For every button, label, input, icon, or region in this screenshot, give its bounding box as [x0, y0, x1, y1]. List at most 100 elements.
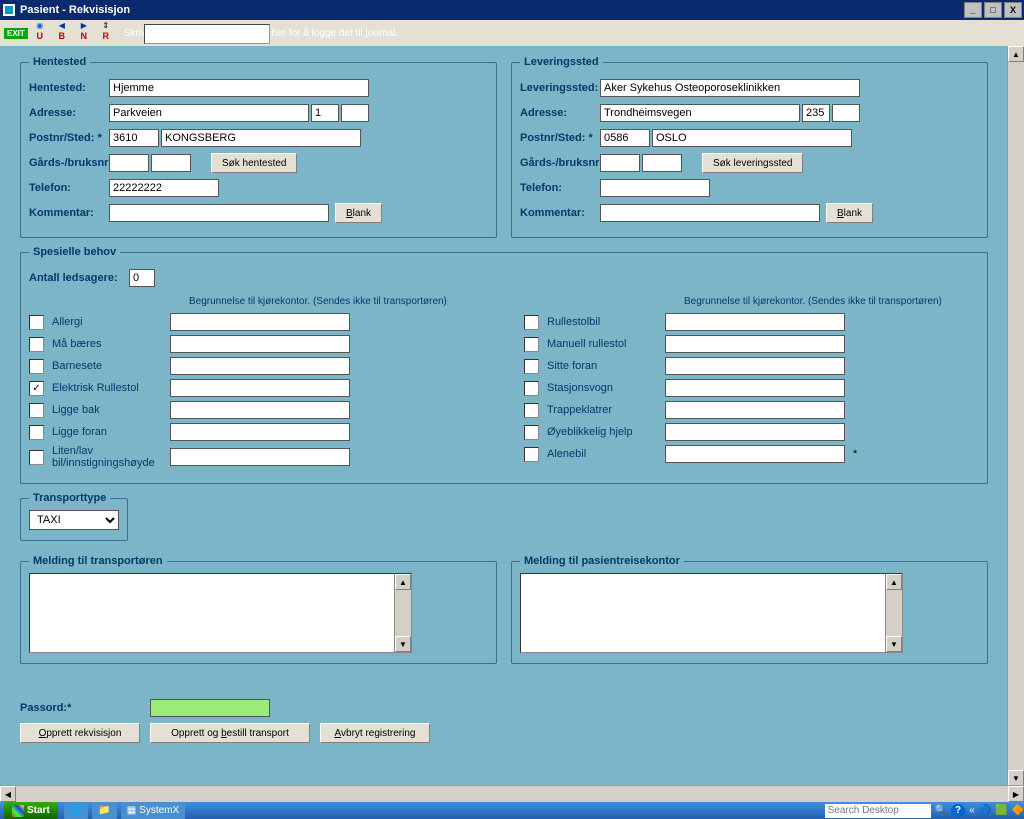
vertical-scrollbar[interactable]: ▲ ▼ — [1007, 46, 1024, 786]
pickup-postcode-input[interactable] — [109, 129, 159, 147]
desktop-search-input[interactable] — [825, 804, 931, 818]
reason-input[interactable] — [665, 423, 845, 441]
maximize-button[interactable]: □ — [984, 2, 1002, 18]
create-and-order-button[interactable]: Opprett og bestill transport — [150, 723, 310, 743]
pickup-gnr-input[interactable] — [109, 154, 149, 172]
next-icon[interactable]: ▶ — [78, 21, 90, 31]
checkbox-elektrisk-rullestol[interactable] — [29, 381, 44, 396]
delivery-addr-extra-input[interactable] — [832, 104, 860, 122]
close-button[interactable]: X — [1004, 2, 1022, 18]
delivery-fieldset: Leveringssted Leveringssted: Adresse: Po… — [511, 56, 988, 238]
reason-input[interactable] — [170, 335, 350, 353]
msg-office-legend: Melding til pasientreisekontor — [520, 555, 684, 567]
prev-icon[interactable]: ◀ — [56, 21, 68, 31]
delivery-search-button[interactable]: Søk leveringssted — [702, 153, 803, 173]
delivery-addr-no-input[interactable] — [802, 104, 830, 122]
delivery-place-input[interactable] — [600, 79, 860, 97]
tray-icon-3[interactable]: 🔶 — [1012, 805, 1024, 816]
pickup-tel-input[interactable] — [109, 179, 219, 197]
password-label: Passord:* — [20, 702, 71, 714]
pickup-place-label: Hentested: — [29, 82, 109, 94]
start-button[interactable]: Start — [4, 802, 58, 819]
checkbox-liten-lav-bil-innstigningsh-yde[interactable] — [29, 450, 44, 465]
pickup-street-input[interactable] — [109, 104, 309, 122]
checkbox-label: Rullestolbil — [547, 316, 657, 328]
horizontal-scrollbar[interactable]: ◀ ▶ — [0, 785, 1024, 802]
reason-input[interactable] — [665, 401, 845, 419]
taskbar-app[interactable]: ▦ SystemX — [121, 802, 185, 819]
reason-input[interactable] — [170, 357, 350, 375]
checkbox-sitte-foran[interactable] — [524, 359, 539, 374]
attendants-input[interactable] — [129, 269, 155, 287]
tray-expand-icon[interactable]: « — [969, 805, 975, 816]
delivery-comment-label: Kommentar: — [520, 207, 600, 219]
checkbox-row: Ligge foran — [29, 423, 484, 441]
delivery-postcode-input[interactable] — [600, 129, 650, 147]
reason-input[interactable] — [665, 445, 845, 463]
reason-input[interactable] — [170, 313, 350, 331]
msg-office-scroll[interactable]: ▲▼ — [886, 573, 903, 653]
pickup-bnr-input[interactable] — [151, 154, 191, 172]
delivery-post-label: Postnr/Sted: * — [520, 132, 600, 144]
app-icon — [2, 3, 16, 17]
delivery-city-input[interactable] — [652, 129, 852, 147]
password-input[interactable] — [150, 699, 270, 717]
checkbox-row: Liten/lav bil/innstigningshøyde — [29, 445, 484, 469]
sort-icon[interactable]: ⇕ — [100, 21, 112, 31]
msg-transport-textarea[interactable] — [29, 573, 395, 653]
msg-transport-scroll[interactable]: ▲▼ — [395, 573, 412, 653]
pickup-addr-extra-input[interactable] — [341, 104, 369, 122]
transport-select[interactable]: TAXI — [29, 510, 119, 530]
reason-input[interactable] — [170, 423, 350, 441]
delivery-comment-input[interactable] — [600, 204, 820, 222]
reason-input[interactable] — [170, 379, 350, 397]
reason-input[interactable] — [170, 448, 350, 466]
pickup-city-input[interactable] — [161, 129, 361, 147]
pickup-place-input[interactable] — [109, 79, 369, 97]
delivery-street-input[interactable] — [600, 104, 800, 122]
checkbox-manuell-rullestol[interactable] — [524, 337, 539, 352]
exit-button[interactable]: EXIT — [4, 28, 28, 39]
tray-icon-2[interactable]: 🟩 — [995, 805, 1007, 816]
taskbar: Start 🌐 📁 ▦ SystemX 🔍 ? « 🔵 🟩 🔶 — [0, 802, 1024, 819]
pickup-search-button[interactable]: Søk hentested — [211, 153, 297, 173]
checkbox-stasjonsvogn[interactable] — [524, 381, 539, 396]
reason-input[interactable] — [170, 401, 350, 419]
quick-ie-icon[interactable]: 🌐 — [64, 802, 88, 819]
reason-input[interactable] — [665, 313, 845, 331]
quick-explorer-icon[interactable]: 📁 — [92, 802, 116, 819]
checkbox--yeblikkelig-hjelp[interactable] — [524, 425, 539, 440]
pickup-addr-no-input[interactable] — [311, 104, 339, 122]
checkbox-trappeklatrer[interactable] — [524, 403, 539, 418]
checkbox-row: Rullestolbil — [524, 313, 979, 331]
checkbox-alenebil[interactable] — [524, 447, 539, 462]
tray-icon-1[interactable]: 🔵 — [979, 805, 991, 816]
pickup-comment-input[interactable] — [109, 204, 329, 222]
cancel-reg-button[interactable]: Avbryt registrering — [320, 723, 430, 743]
globe-icon[interactable]: ◉ — [34, 21, 46, 31]
checkbox-ligge-foran[interactable] — [29, 425, 44, 440]
checkbox-label: Allergi — [52, 316, 162, 328]
checkbox-row: Elektrisk Rullestol — [29, 379, 484, 397]
msg-office-textarea[interactable] — [520, 573, 886, 653]
delivery-blank-button[interactable]: Blank — [826, 203, 873, 223]
checkbox-ligge-bak[interactable] — [29, 403, 44, 418]
checkbox-rullestolbil[interactable] — [524, 315, 539, 330]
reason-input[interactable] — [665, 379, 845, 397]
reason-input[interactable] — [665, 357, 845, 375]
pickup-blank-button[interactable]: Blank — [335, 203, 382, 223]
checkbox-barnesete[interactable] — [29, 359, 44, 374]
checkbox-label: Ligge bak — [52, 404, 162, 416]
checkbox-m-b-res[interactable] — [29, 337, 44, 352]
search-icon[interactable]: 🔍 — [935, 805, 947, 816]
create-req-button[interactable]: Opprett rekvisisjon — [20, 723, 140, 743]
minimize-button[interactable]: _ — [964, 2, 982, 18]
delivery-gnr-input[interactable] — [600, 154, 640, 172]
delivery-bnr-input[interactable] — [642, 154, 682, 172]
reason-input[interactable] — [665, 335, 845, 353]
delivery-addr-label: Adresse: — [520, 107, 600, 119]
help-icon[interactable]: ? — [951, 804, 965, 818]
req-number-input[interactable] — [144, 24, 270, 44]
delivery-tel-input[interactable] — [600, 179, 710, 197]
checkbox-allergi[interactable] — [29, 315, 44, 330]
